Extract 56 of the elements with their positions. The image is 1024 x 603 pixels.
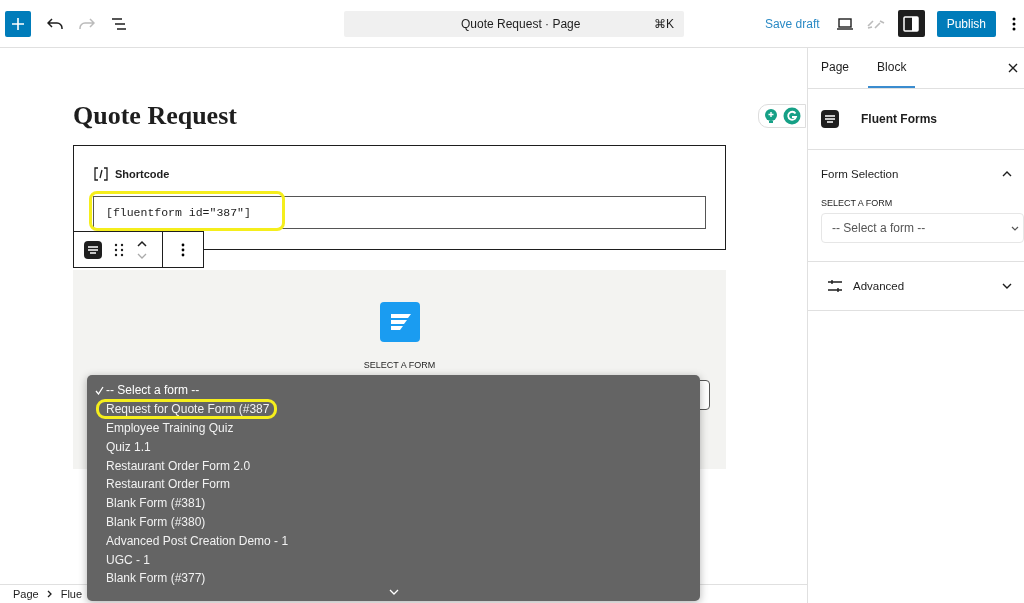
- form-select[interactable]: -- Select a form --: [821, 213, 1024, 243]
- sliders-icon: [827, 279, 843, 293]
- chevron-right-icon: [46, 590, 53, 598]
- save-draft-button[interactable]: Save draft: [764, 16, 820, 31]
- check-icon: [95, 385, 104, 395]
- dropdown-option[interactable]: Blank Form (#381): [95, 493, 700, 513]
- block-name: Fluent Forms: [861, 112, 937, 126]
- chevron-up-icon: [1002, 171, 1012, 177]
- scroll-down-icon[interactable]: [389, 589, 399, 595]
- more-options-icon[interactable]: [1012, 16, 1016, 31]
- sidebar-tab[interactable]: Block: [868, 48, 916, 88]
- add-block-button[interactable]: [5, 10, 31, 37]
- drag-handle-icon[interactable]: [114, 242, 124, 257]
- more-options-icon[interactable]: [181, 242, 185, 257]
- panel-header[interactable]: Form Selection: [808, 150, 1024, 198]
- form-block-icon: [821, 110, 839, 128]
- settings-toggle-button[interactable]: [897, 10, 925, 37]
- close-icon[interactable]: [1008, 63, 1018, 73]
- shortcut-hint: ⌘K: [654, 16, 674, 31]
- breadcrumb-item[interactable]: Page: [13, 588, 39, 600]
- laptop-icon[interactable]: [835, 16, 854, 31]
- form-block-icon[interactable]: [84, 240, 102, 259]
- dropdown-option[interactable]: Advanced Post Creation Demo - 1: [95, 531, 700, 551]
- shortcode-icon: [93, 166, 109, 182]
- chevron-down-icon: [1002, 283, 1012, 289]
- fluent-forms-logo-icon: [379, 302, 420, 342]
- breadcrumb-item[interactable]: Flue: [60, 588, 83, 600]
- panel-title: Advanced: [853, 280, 906, 292]
- command-bar[interactable]: Quote Request · Page ⌘K: [344, 10, 684, 37]
- g-logo-icon[interactable]: [783, 107, 801, 125]
- publish-button[interactable]: Publish: [936, 10, 996, 37]
- plus-icon: [11, 16, 25, 31]
- sidebar-panel-icon: [903, 15, 920, 32]
- dropdown-option[interactable]: UGC - 1: [95, 550, 700, 569]
- undo-icon[interactable]: [47, 17, 63, 30]
- field-label: SELECT A FORM: [821, 198, 894, 208]
- dropdown-option[interactable]: Blank Form (#377): [95, 568, 700, 588]
- dropdown-option[interactable]: Request for Quote Form (#387: [95, 399, 700, 419]
- shortcode-field[interactable]: [fluentform id="387"]: [93, 196, 706, 229]
- writing-assistant-badge[interactable]: [758, 104, 806, 128]
- page-title[interactable]: Quote Request: [73, 101, 237, 131]
- bulb-icon[interactable]: [763, 108, 779, 124]
- dropdown-option[interactable]: Employee Training Quiz: [95, 418, 700, 438]
- dropdown-option[interactable]: Restaurant Order Form: [95, 475, 700, 494]
- dropdown-option[interactable]: Blank Form (#380): [95, 512, 700, 532]
- chevron-down-icon: [1011, 225, 1019, 231]
- dropdown-option[interactable]: Quiz 1.1: [95, 437, 700, 457]
- panel-title: Form Selection: [821, 168, 900, 180]
- panel-header[interactable]: Advanced: [808, 262, 1024, 310]
- dropdown-option[interactable]: Restaurant Order Form 2.0: [95, 456, 700, 475]
- select-form-label: SELECT A FORM: [363, 360, 436, 370]
- sidebar-tab[interactable]: Page: [812, 48, 859, 88]
- document-title: Quote Request · Page: [461, 16, 582, 31]
- dropdown-option[interactable]: -- Select a form --: [95, 381, 700, 400]
- block-label: Shortcode: [115, 168, 170, 180]
- list-view-icon[interactable]: [111, 16, 127, 31]
